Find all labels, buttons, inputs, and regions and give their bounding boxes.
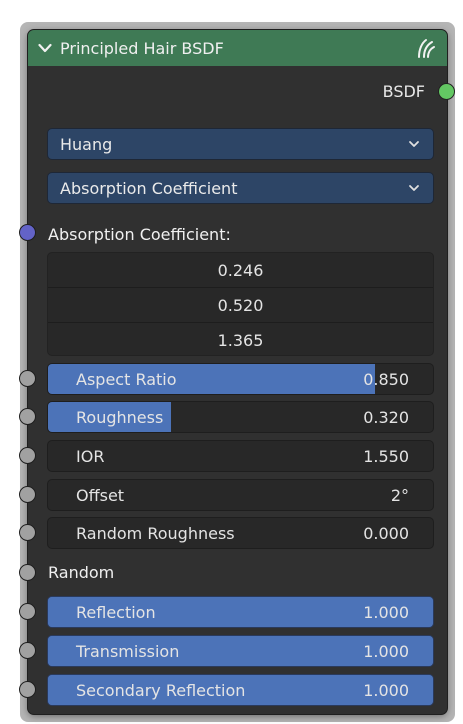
absorption-y-field[interactable]: 0.520: [48, 288, 433, 323]
random-socket[interactable]: [20, 565, 35, 580]
reflection-value: 1.000: [363, 603, 409, 622]
aspect-ratio-label: Aspect Ratio: [76, 370, 177, 389]
transmission-socket[interactable]: [20, 643, 35, 658]
secondary-reflection-label: Secondary Reflection: [76, 681, 246, 700]
absorption-coefficient-vector[interactable]: 0.246 0.520 1.365: [47, 252, 434, 356]
absorption-coefficient-socket[interactable]: [20, 225, 35, 240]
bsdf-output-socket[interactable]: [439, 84, 454, 99]
absorption-coefficient-label: Absorption Coefficient:: [48, 225, 231, 244]
roughness-socket[interactable]: [20, 409, 35, 424]
chevron-down-icon: [409, 141, 419, 147]
reflection-field[interactable]: Reflection 1.000: [47, 596, 434, 628]
transmission-label: Transmission: [76, 642, 180, 661]
aspect-ratio-socket[interactable]: [20, 371, 35, 386]
random-roughness-label: Random Roughness: [76, 524, 235, 543]
bsdf-output-label: BSDF: [382, 82, 425, 101]
secondary-reflection-value: 1.000: [363, 681, 409, 700]
reflection-socket[interactable]: [20, 604, 35, 619]
ior-value: 1.550: [363, 447, 409, 466]
offset-value: 2°: [390, 486, 409, 505]
transmission-field[interactable]: Transmission 1.000: [47, 635, 434, 667]
roughness-label: Roughness: [76, 408, 164, 427]
absorption-z-field[interactable]: 1.365: [48, 323, 433, 355]
aspect-ratio-field[interactable]: Aspect Ratio 0.850: [47, 363, 434, 395]
random-roughness-value: 0.000: [363, 524, 409, 543]
parametrization-dropdown-value: Absorption Coefficient: [60, 178, 238, 198]
absorption-x-field[interactable]: 0.246: [48, 253, 433, 288]
collapse-chevron-icon[interactable]: [37, 40, 53, 56]
chevron-down-icon: [409, 185, 419, 191]
model-dropdown[interactable]: Huang: [47, 128, 434, 160]
roughness-field[interactable]: Roughness 0.320: [47, 401, 434, 433]
secondary-reflection-socket[interactable]: [20, 682, 35, 697]
node-header[interactable]: Principled Hair BSDF: [28, 30, 447, 66]
principled-hair-bsdf-node[interactable]: Principled Hair BSDF BSDF Huang Absorpti…: [20, 30, 454, 714]
ior-socket[interactable]: [20, 448, 35, 463]
ior-field[interactable]: IOR 1.550: [47, 440, 434, 472]
secondary-reflection-field[interactable]: Secondary Reflection 1.000: [47, 674, 434, 706]
node-title: Principled Hair BSDF: [60, 38, 224, 58]
offset-field[interactable]: Offset 2°: [47, 479, 434, 511]
hair-icon: [413, 37, 437, 59]
random-roughness-socket[interactable]: [20, 525, 35, 540]
random-roughness-field[interactable]: Random Roughness 0.000: [47, 517, 434, 549]
random-label: Random: [48, 563, 115, 582]
transmission-value: 1.000: [363, 642, 409, 661]
offset-socket[interactable]: [20, 487, 35, 502]
ior-label: IOR: [76, 447, 105, 466]
reflection-label: Reflection: [76, 603, 156, 622]
parametrization-dropdown[interactable]: Absorption Coefficient: [47, 172, 434, 204]
roughness-value: 0.320: [363, 408, 409, 427]
offset-label: Offset: [76, 486, 125, 505]
aspect-ratio-value: 0.850: [363, 370, 409, 389]
model-dropdown-value: Huang: [60, 134, 113, 154]
